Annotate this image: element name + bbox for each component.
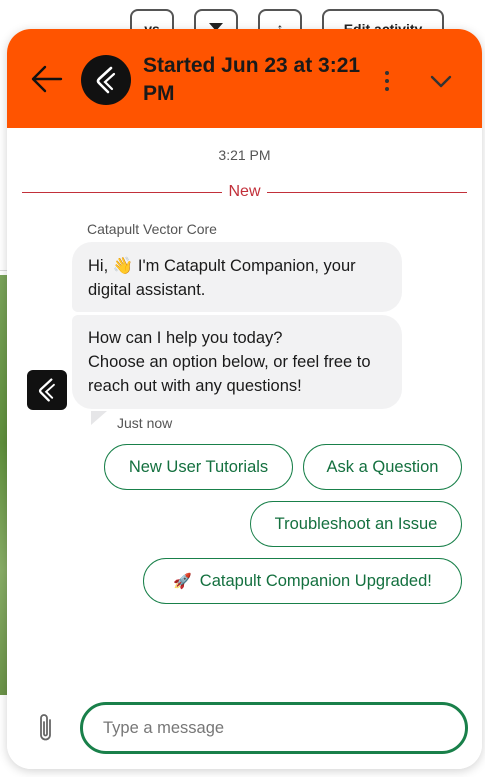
catapult-logo (81, 55, 131, 105)
quick-reply-label: New User Tutorials (128, 457, 269, 476)
attach-button[interactable] (33, 711, 59, 745)
rocket-icon: 🚀 (173, 573, 192, 590)
quick-reply-troubleshoot[interactable]: Troubleshoot an Issue (250, 501, 462, 547)
catapult-logo-icon (38, 378, 55, 402)
bubble-tail (91, 411, 107, 425)
message-status: Just now (117, 415, 173, 431)
divider-line-right (267, 192, 467, 193)
more-vertical-icon (385, 71, 389, 91)
message-bubble-help: How can I help you today? Choose an opti… (72, 315, 402, 409)
quick-reply-label: Ask a Question (326, 457, 439, 476)
paperclip-icon (40, 714, 51, 741)
new-label: New (228, 183, 261, 200)
quick-reply-label: Catapult Companion Upgraded! (199, 571, 432, 590)
new-messages-divider: New (22, 183, 467, 203)
message-input[interactable] (80, 702, 468, 754)
chat-title: Started Jun 23 at 3:21 PM (143, 54, 361, 105)
quick-reply-new-user-tutorials[interactable]: New User Tutorials (104, 444, 293, 490)
quick-reply-companion-upgraded[interactable]: 🚀 Catapult Companion Upgraded! (143, 558, 462, 604)
bot-avatar (27, 370, 67, 410)
message-composer (7, 689, 482, 769)
quick-reply-label: Troubleshoot an Issue (274, 514, 438, 533)
divider-line-left (22, 192, 222, 193)
sender-name: Catapult Vector Core (87, 221, 217, 237)
back-button[interactable] (27, 59, 67, 99)
chevron-down-icon (430, 75, 452, 88)
catapult-logo-icon (96, 66, 116, 94)
more-options-button[interactable] (375, 67, 399, 95)
chat-header: Started Jun 23 at 3:21 PM (7, 29, 482, 128)
message-timestamp: 3:21 PM (218, 147, 271, 163)
message-bubble-greeting: Hi, 👋 I'm Catapult Companion, your digit… (72, 242, 402, 312)
quick-reply-ask-a-question[interactable]: Ask a Question (303, 444, 462, 490)
collapse-button[interactable] (427, 67, 455, 95)
chat-window: Started Jun 23 at 3:21 PM 3:21 PM New Ca… (7, 29, 482, 769)
arrow-left-icon (31, 65, 63, 93)
